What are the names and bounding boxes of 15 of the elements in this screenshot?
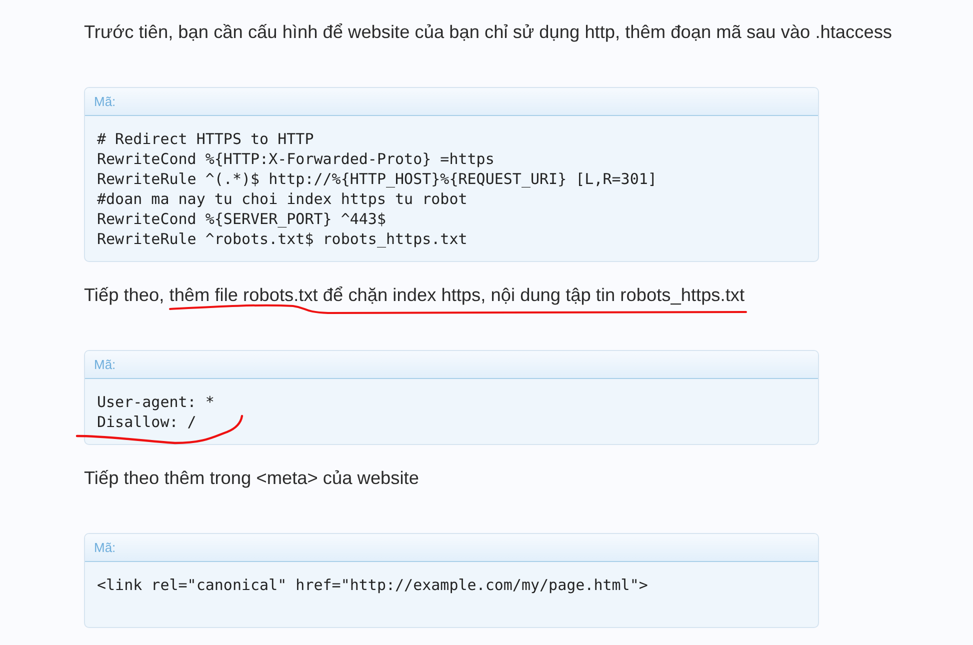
code-label: Mã: (94, 540, 116, 555)
code-line: #doan ma nay tu choi index https tu robot (97, 189, 468, 209)
paragraph: Trước tiên, bạn cần cấu hình để website của bạn chỉ sử dụng http, thêm đoạn mã sau vào .htaccess (84, 21, 892, 43)
code-line: # Redirect HTTPS to HTTP (97, 129, 315, 149)
code-line: RewriteRule ^(.*)$ http://%{HTTP_HOST}%{REQUEST_URI} [L,R=301] (97, 169, 658, 189)
code-label: Mã: (94, 94, 116, 109)
paragraph: Tiếp theo, thêm file robots.txt để chặn index https, nội dung tập tin robots_https.txt (84, 284, 745, 306)
code-line: RewriteCond %{SERVER_PORT} ^443$ (97, 209, 387, 229)
code-line: <link rel="canonical" href="http://example.com/my/page.html"> (97, 575, 649, 595)
paragraph: Tiếp theo thêm trong <meta> của website (84, 467, 419, 489)
code-line: Disallow: / (97, 412, 198, 432)
code-label: Mã: (94, 357, 116, 372)
code-line: RewriteCond %{HTTP:X-Forwarded-Proto} =https (97, 149, 496, 169)
code-line: User-agent: * (97, 392, 216, 412)
code-line: RewriteRule ^robots.txt$ robots_https.txt (97, 229, 468, 249)
